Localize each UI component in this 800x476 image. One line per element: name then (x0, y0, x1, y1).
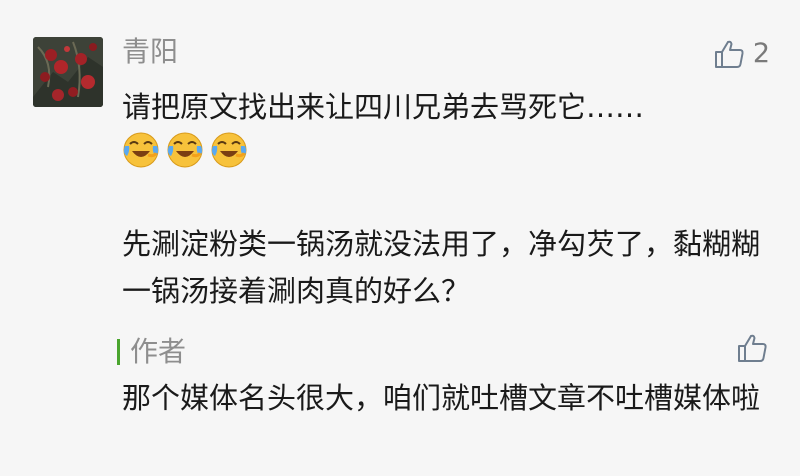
thumbs-up-icon[interactable] (713, 38, 745, 70)
author-reply-text: 那个媒体名头很大，咱们就吐槽文章不吐槽媒体啦 (122, 381, 761, 415)
crying-laughing-emoji-icon (211, 132, 247, 168)
crying-laughing-emoji-icon (167, 132, 203, 168)
author-accent-bar (117, 339, 120, 365)
comment-text-line: 请把原文找出来让四川兄弟去骂死它…… (122, 90, 645, 124)
author-label: 作者 (130, 335, 187, 368)
author-reply: 作者 那个媒体名头很大，咱们就吐槽文章不吐槽媒体啦 (114, 332, 800, 476)
like-button[interactable]: 2 (713, 32, 770, 76)
commenter-name[interactable]: 青阳 (122, 32, 178, 72)
avatar-image (33, 37, 103, 107)
thumbs-up-icon[interactable] (736, 332, 768, 364)
emoji-row (121, 129, 249, 169)
author-like-button[interactable] (736, 332, 768, 368)
crying-laughing-emoji-icon (123, 132, 159, 168)
like-count: 2 (752, 38, 770, 69)
avatar[interactable] (33, 37, 103, 107)
comment-card: 青阳 2 请把原文找出来让四川兄弟去骂死它…… 先涮淀粉类一锅汤就没法用了，净勾… (0, 0, 800, 476)
comment-text-paragraph: 先涮淀粉类一锅汤就没法用了，净勾芡了，黏糊糊一锅汤接着涮肉真的好么？ (122, 227, 761, 308)
